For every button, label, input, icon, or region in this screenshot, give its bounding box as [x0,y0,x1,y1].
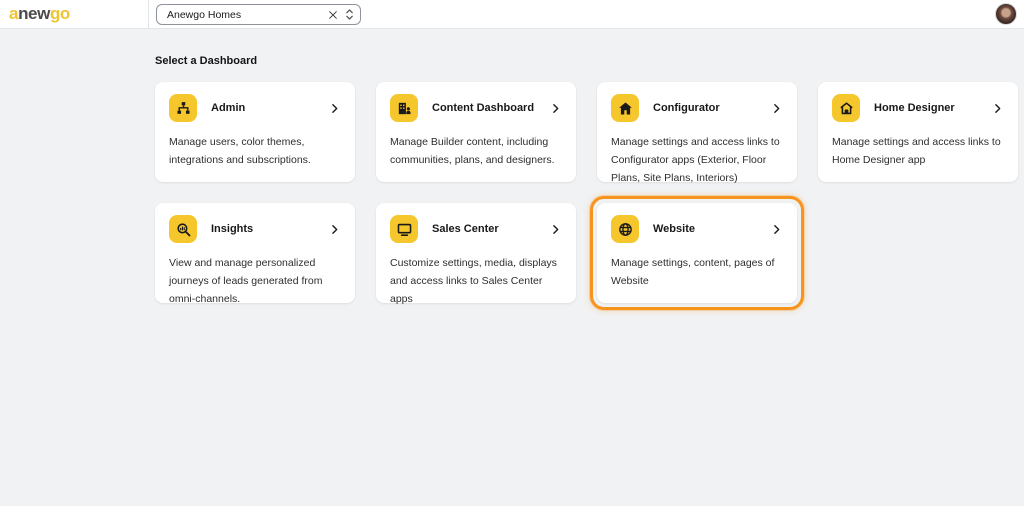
card-title: Insights [211,223,253,235]
globe-icon [611,215,639,243]
card-header: Admin [169,94,341,122]
top-bar: anewgo Anewgo Homes [0,0,1024,29]
dashboard-card-configurator[interactable]: Configurator Manage settings and access … [597,82,797,182]
anewgo-logo[interactable]: anewgo [9,4,70,24]
clear-icon[interactable] [326,8,340,22]
select-stepper-icon[interactable] [344,7,354,23]
builder-select[interactable]: Anewgo Homes [156,4,361,25]
dashboard-card-admin[interactable]: Admin Manage users, color themes, integr… [155,82,355,182]
card-title: Content Dashboard [432,102,534,114]
card-description: Manage settings and access links to Home… [832,133,1004,169]
home-outline-icon [832,94,860,122]
sitemap-icon [169,94,197,122]
chevron-right-icon [549,223,562,236]
monitor-icon [390,215,418,243]
dashboard-card-insights[interactable]: Insights View and manage personalized jo… [155,203,355,303]
card-header: Insights [169,215,341,243]
builder-content-icon [390,94,418,122]
card-description: Customize settings, media, displays and … [390,254,562,308]
home-icon [611,94,639,122]
page-title: Select a Dashboard [155,55,1024,67]
dashboard-card-grid: Admin Manage users, color themes, integr… [155,82,1024,303]
card-title: Website [653,223,695,235]
card-header: Home Designer [832,94,1004,122]
card-title: Admin [211,102,245,114]
card-description: View and manage personalized journeys of… [169,254,341,308]
chevron-right-icon [328,102,341,115]
card-header: Content Dashboard [390,94,562,122]
chevron-right-icon [328,223,341,236]
card-description: Manage settings and access links to Conf… [611,133,783,187]
logo-part-a: a [9,4,18,23]
user-avatar[interactable] [995,3,1017,25]
logo-part-new: new [18,4,50,23]
card-title: Home Designer [874,102,955,114]
logo-part-go: go [50,4,70,23]
card-description: Manage users, color themes, integrations… [169,133,341,169]
chevron-right-icon [770,223,783,236]
dashboard-card-content-dashboard[interactable]: Content Dashboard Manage Builder content… [376,82,576,182]
card-header: Website [611,215,783,243]
card-title: Configurator [653,102,720,114]
dashboard-card-sales-center[interactable]: Sales Center Customize settings, media, … [376,203,576,303]
builder-select-value: Anewgo Homes [167,9,326,21]
insights-search-icon [169,215,197,243]
main-content: Select a Dashboard Admin Manage user [0,29,1024,303]
card-description: Manage Builder content, including commun… [390,133,562,169]
card-title: Sales Center [432,223,499,235]
topbar-divider [148,0,149,28]
chevron-right-icon [549,102,562,115]
dashboard-card-home-designer[interactable]: Home Designer Manage settings and access… [818,82,1018,182]
card-description: Manage settings, content, pages of Websi… [611,254,783,290]
chevron-right-icon [770,102,783,115]
card-header: Sales Center [390,215,562,243]
dashboard-card-website[interactable]: Website Manage settings, content, pages … [597,203,797,303]
chevron-right-icon [991,102,1004,115]
card-header: Configurator [611,94,783,122]
